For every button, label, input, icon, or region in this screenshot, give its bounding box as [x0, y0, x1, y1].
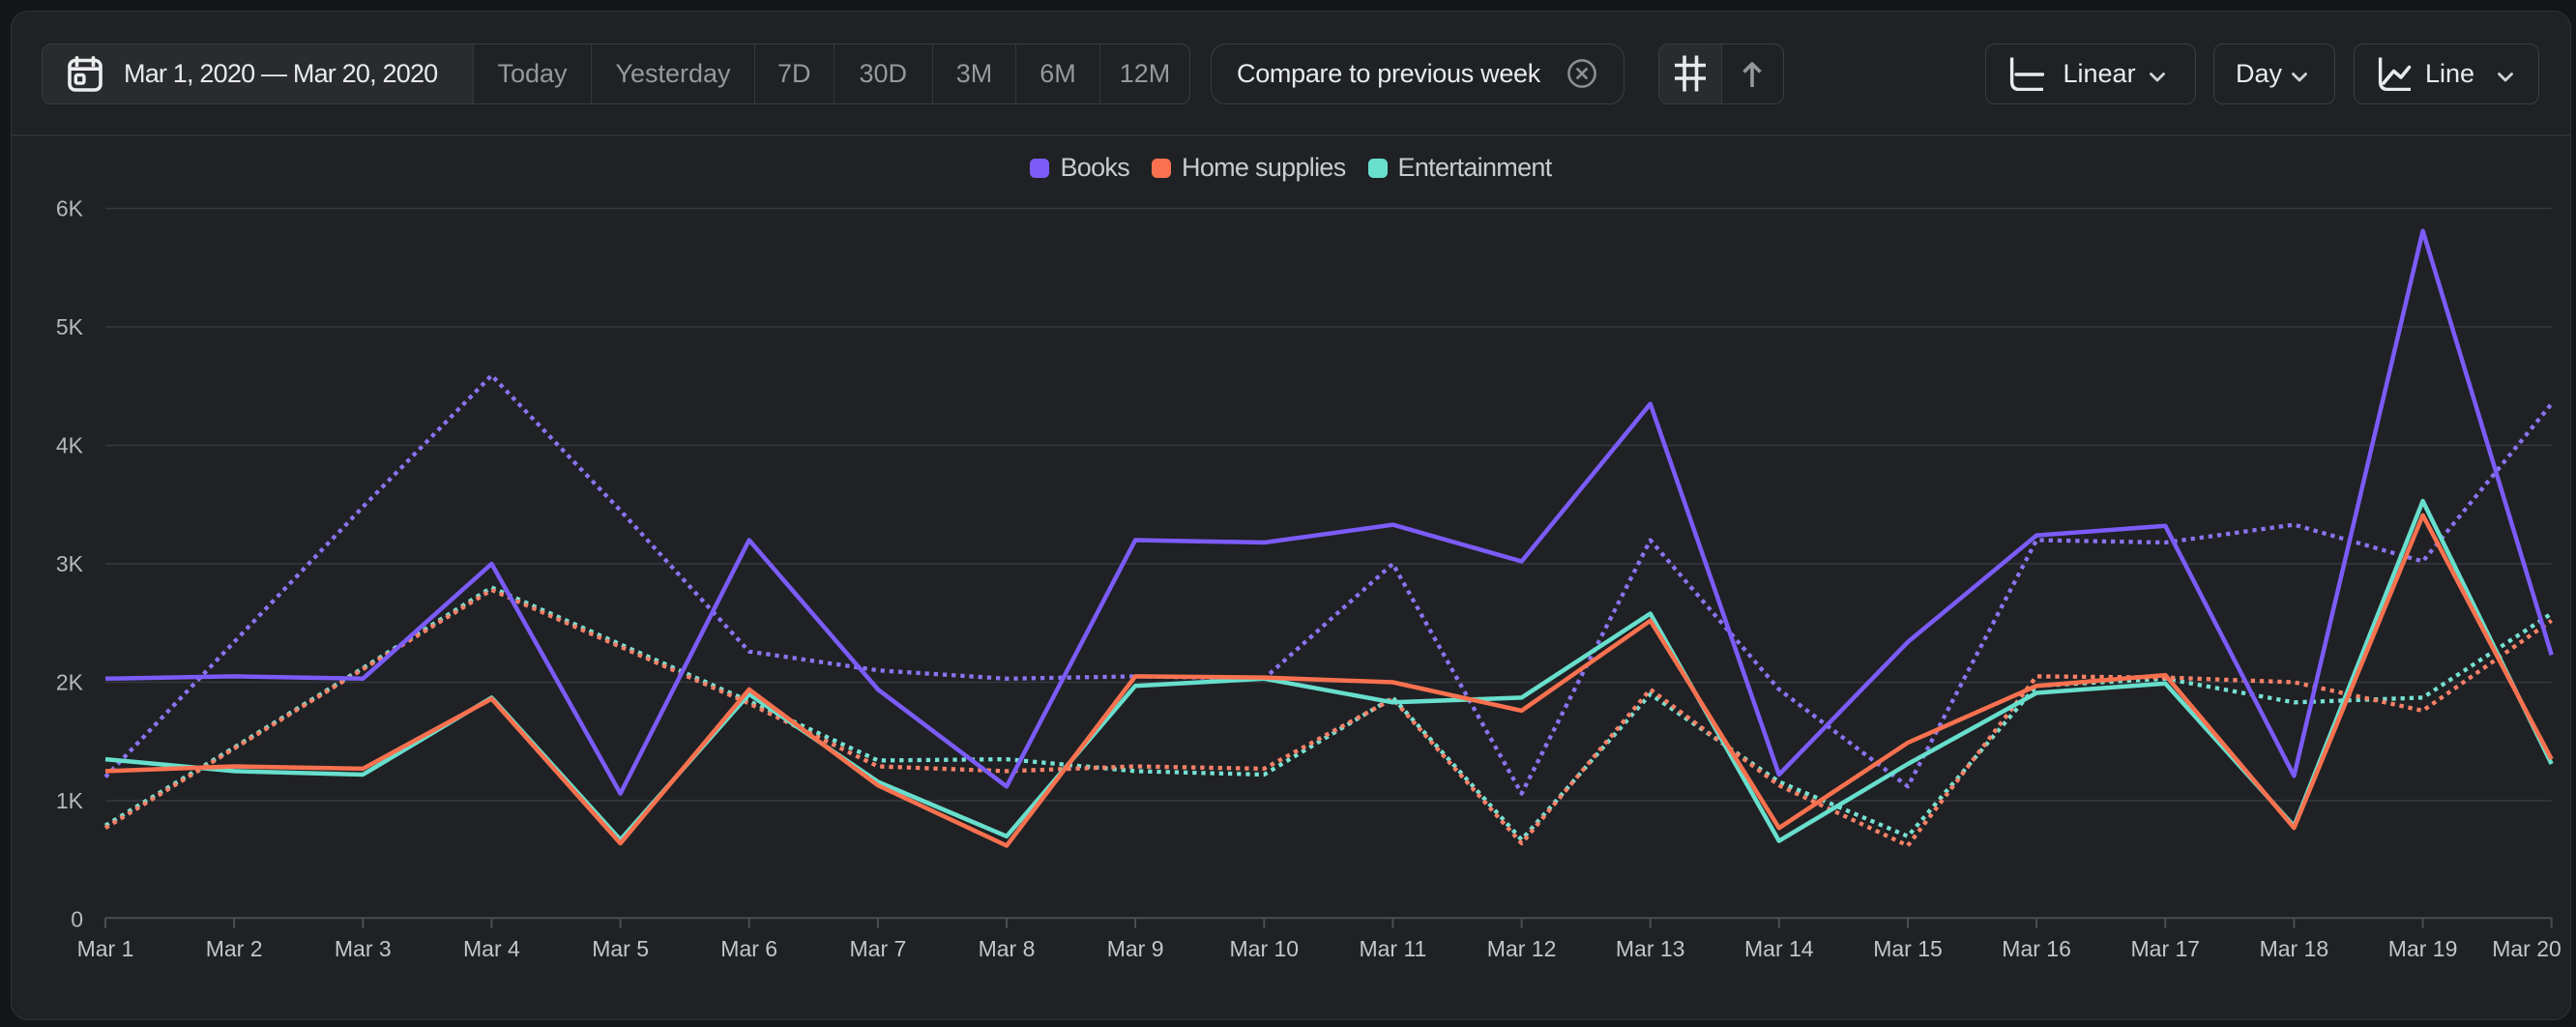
svg-text:Mar 5: Mar 5 [592, 936, 649, 961]
svg-text:Mar 9: Mar 9 [1107, 936, 1164, 961]
svg-text:3K: 3K [56, 551, 84, 576]
svg-text:Mar 7: Mar 7 [850, 936, 907, 961]
svg-text:6K: 6K [56, 196, 84, 221]
svg-text:0: 0 [71, 907, 83, 932]
svg-text:4K: 4K [56, 433, 84, 458]
svg-text:Mar 11: Mar 11 [1359, 936, 1426, 961]
svg-text:Mar 14: Mar 14 [1744, 936, 1814, 961]
svg-text:Mar 12: Mar 12 [1487, 936, 1557, 961]
svg-text:Mar 1: Mar 1 [77, 936, 134, 961]
svg-text:Mar 2: Mar 2 [206, 936, 263, 961]
svg-text:2K: 2K [56, 670, 84, 695]
svg-text:Mar 16: Mar 16 [2002, 936, 2071, 961]
svg-text:Mar 19: Mar 19 [2388, 936, 2458, 961]
svg-text:Mar 13: Mar 13 [1616, 936, 1685, 961]
svg-text:Mar 3: Mar 3 [335, 936, 392, 961]
svg-text:Mar 8: Mar 8 [979, 936, 1036, 961]
svg-text:Mar 17: Mar 17 [2131, 936, 2201, 961]
svg-text:Mar 6: Mar 6 [720, 936, 777, 961]
svg-text:Mar 15: Mar 15 [1873, 936, 1943, 961]
svg-text:Mar 20: Mar 20 [2492, 936, 2561, 961]
svg-text:Mar 10: Mar 10 [1230, 936, 1300, 961]
svg-text:Mar 18: Mar 18 [2260, 936, 2329, 961]
svg-text:1K: 1K [56, 788, 84, 813]
svg-text:5K: 5K [56, 314, 84, 339]
svg-text:Mar 4: Mar 4 [463, 936, 520, 961]
